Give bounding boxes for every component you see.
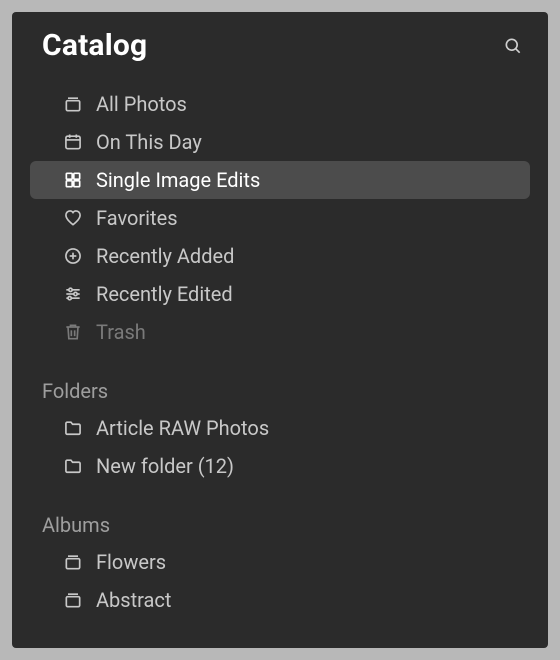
grid-icon xyxy=(62,169,84,191)
stack-icon xyxy=(62,589,84,611)
stack-icon xyxy=(62,551,84,573)
folder-item[interactable]: Article RAW Photos xyxy=(30,409,530,447)
catalog-item-label: Favorites xyxy=(96,206,178,230)
panel-title: Catalog xyxy=(42,28,147,63)
catalog-item-favorites[interactable]: Favorites xyxy=(30,199,530,237)
search-button[interactable] xyxy=(500,33,526,59)
album-item-label: Flowers xyxy=(96,550,166,574)
catalog-item-on-this-day[interactable]: On This Day xyxy=(30,123,530,161)
albums-list: Flowers Abstract xyxy=(12,543,548,619)
catalog-item-all-photos[interactable]: All Photos xyxy=(30,85,530,123)
catalog-item-label: All Photos xyxy=(96,92,187,116)
section-folders-label: Folders xyxy=(12,351,548,409)
catalog-item-label: Single Image Edits xyxy=(96,168,260,192)
catalog-item-single-image-edits[interactable]: Single Image Edits xyxy=(30,161,530,199)
catalog-item-label: Trash xyxy=(96,320,146,344)
catalog-item-recently-edited[interactable]: Recently Edited xyxy=(30,275,530,313)
folder-icon xyxy=(62,455,84,477)
folder-item-label: New folder (12) xyxy=(96,454,234,478)
plus-circle-icon xyxy=(62,245,84,267)
search-icon xyxy=(502,35,524,57)
heart-icon xyxy=(62,207,84,229)
folder-icon xyxy=(62,417,84,439)
folders-list: Article RAW Photos New folder (12) xyxy=(12,409,548,485)
sliders-icon xyxy=(62,283,84,305)
catalog-list: All Photos On This Day xyxy=(12,71,548,351)
calendar-icon xyxy=(62,131,84,153)
catalog-item-label: On This Day xyxy=(96,130,202,154)
catalog-item-trash[interactable]: Trash xyxy=(30,313,530,351)
album-item-label: Abstract xyxy=(96,588,171,612)
album-item[interactable]: Abstract xyxy=(30,581,530,619)
panel-header: Catalog xyxy=(12,12,548,71)
catalog-item-recently-added[interactable]: Recently Added xyxy=(30,237,530,275)
catalog-item-label: Recently Added xyxy=(96,244,234,268)
trash-icon xyxy=(62,321,84,343)
stack-icon xyxy=(62,93,84,115)
folder-item-label: Article RAW Photos xyxy=(96,416,269,440)
section-albums-label: Albums xyxy=(12,485,548,543)
folder-item[interactable]: New folder (12) xyxy=(30,447,530,485)
catalog-item-label: Recently Edited xyxy=(96,282,233,306)
catalog-panel: Catalog All Photos xyxy=(12,12,548,648)
album-item[interactable]: Flowers xyxy=(30,543,530,581)
